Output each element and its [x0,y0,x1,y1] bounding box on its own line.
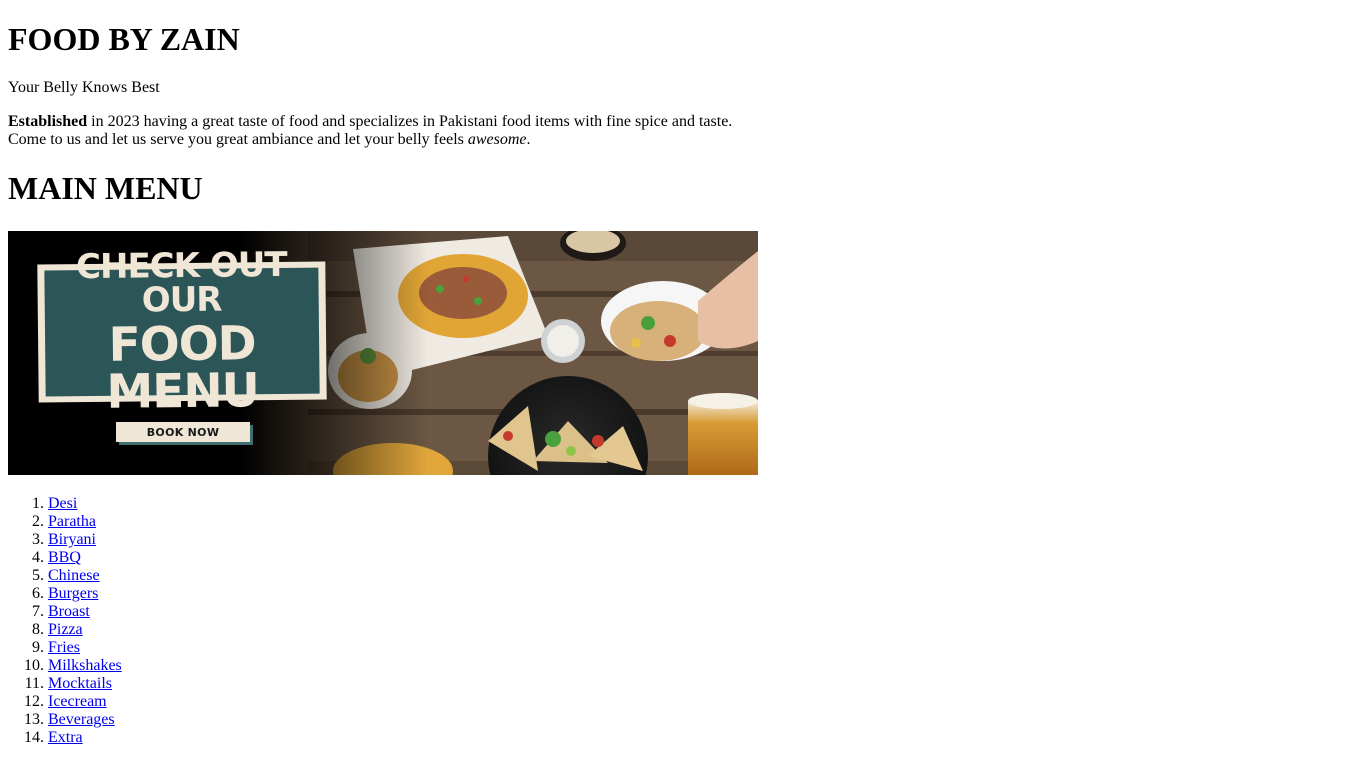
menu-item: Milkshakes [48,657,1358,675]
menu-link-pizza[interactable]: Pizza [48,621,83,638]
menu-item: Desi [48,495,1358,513]
menu-item: Paratha [48,513,1358,531]
intro-established: Established [8,113,88,130]
menu-link-burgers[interactable]: Burgers [48,585,98,602]
menu-item: Mocktails [48,675,1358,693]
menu-item: Icecream [48,693,1358,711]
menu-link-icecream[interactable]: Icecream [48,693,107,710]
menu-link-desi[interactable]: Desi [48,495,77,512]
intro-text-2: Come to us and let us serve you great am… [8,131,468,148]
menu-item: Chinese [48,567,1358,585]
menu-link-bbq[interactable]: BBQ [48,549,81,566]
menu-item: Biryani [48,531,1358,549]
intro-end: . [526,131,531,148]
menu-link-paratha[interactable]: Paratha [48,513,96,530]
menu-link-biryani[interactable]: Biryani [48,531,96,548]
menu-item: Fries [48,639,1358,657]
banner-sign: CHECK OUT OUR FOOD MENU [41,245,322,420]
site-title: FOOD BY ZAIN [8,21,240,57]
menu-link-broast[interactable]: Broast [48,603,90,620]
menu-link-extra[interactable]: Extra [48,729,83,746]
menu-item: Broast [48,603,1358,621]
menu-link-mocktails[interactable]: Mocktails [48,675,112,692]
intro-text-1: in 2023 having a great taste of food and… [87,113,733,130]
menu-item: Beverages [48,711,1358,729]
food-menu-banner: CHECK OUT OUR FOOD MENU BOOK NOW [8,231,758,475]
menu-heading: MAIN MENU [8,170,203,206]
menu-item: Pizza [48,621,1358,639]
menu-link-fries[interactable]: Fries [48,639,80,656]
menu-link-chinese[interactable]: Chinese [48,567,100,584]
menu-item: Burgers [48,585,1358,603]
intro-awesome: awesome [467,131,527,148]
intro-paragraph: Established in 2023 having a great taste… [8,113,1358,149]
menu-link-milkshakes[interactable]: Milkshakes [48,657,122,674]
menu-list: DesiParathaBiryaniBBQChineseBurgersBroas… [8,495,1358,747]
tagline: Your Belly Knows Best [8,79,160,96]
menu-link-beverages[interactable]: Beverages [48,711,115,728]
banner-headline-1: CHECK OUT OUR [75,244,287,321]
book-now-button: BOOK NOW [116,422,250,442]
banner-headline-2: FOOD MENU [106,316,260,420]
menu-item: Extra [48,729,1358,747]
menu-item: BBQ [48,549,1358,567]
